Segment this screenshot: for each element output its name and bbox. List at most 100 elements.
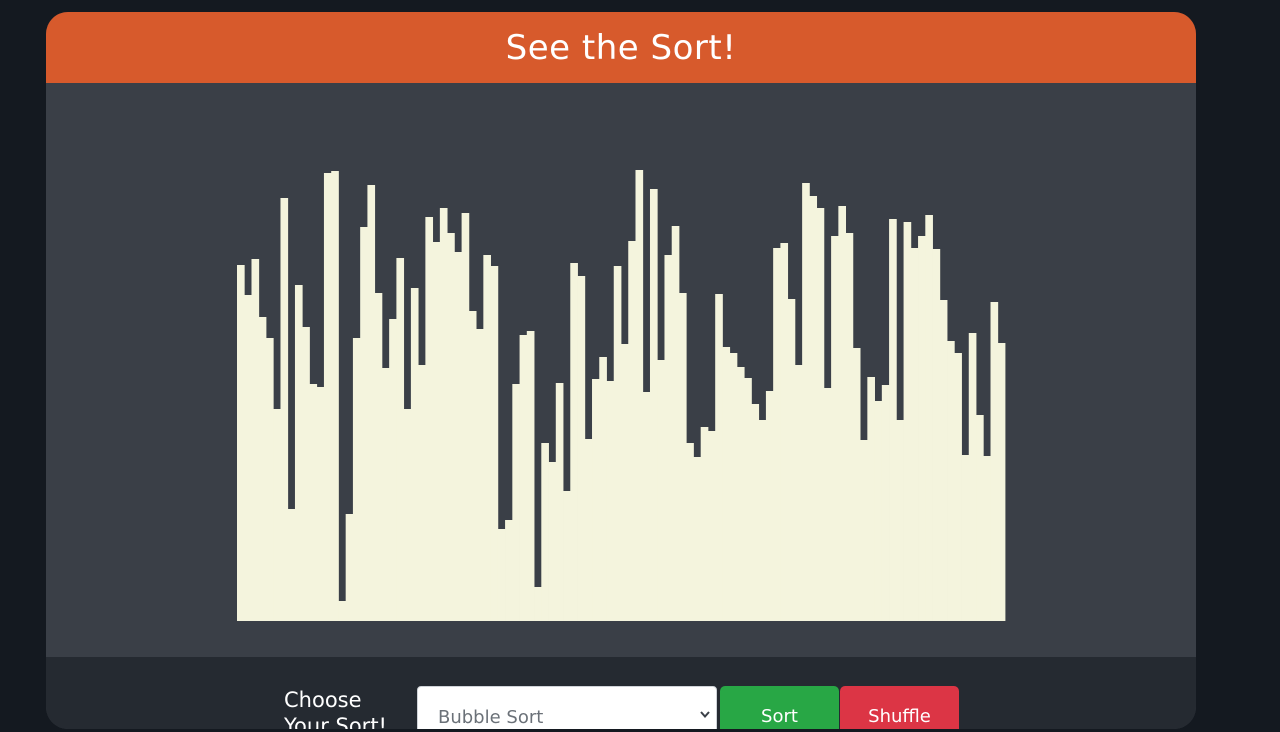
sort-bar <box>751 404 760 621</box>
bars-chart <box>237 170 1006 621</box>
sort-bar <box>744 378 752 621</box>
app-header: See the Sort! <box>46 12 1196 83</box>
sort-bar <box>555 383 564 621</box>
sort-bar <box>273 409 281 621</box>
sort-bar <box>990 302 999 621</box>
bars-panel <box>46 83 1196 657</box>
sort-bar <box>968 333 977 621</box>
shuffle-button[interactable]: Shuffle <box>840 686 959 729</box>
sort-bar <box>997 343 1006 621</box>
sort-bar <box>664 255 673 621</box>
sort-bar <box>345 514 354 621</box>
sort-bar <box>860 440 868 621</box>
sort-bar <box>831 236 839 621</box>
sort-bar <box>816 208 825 621</box>
sort-bar <box>599 357 607 621</box>
sort-bar <box>548 462 557 621</box>
sort-bar <box>534 587 542 621</box>
sort-bar <box>678 293 687 621</box>
sort-bar <box>809 196 818 621</box>
sort-bar <box>693 457 702 621</box>
sort-bar <box>722 347 731 621</box>
sort-bar <box>918 236 926 621</box>
sort-bar <box>367 185 376 621</box>
sort-bar <box>961 455 970 621</box>
sort-bar <box>903 222 912 621</box>
sort-bar <box>621 344 629 621</box>
sort-bar <box>331 171 339 621</box>
sort-bar <box>874 401 883 621</box>
sort-bar <box>425 217 434 621</box>
sort-bar <box>802 183 810 621</box>
sort-bar <box>867 377 875 621</box>
sort-bar <box>374 293 383 621</box>
sort-bar <box>910 248 919 621</box>
sort-bar <box>657 360 665 621</box>
sort-bar <box>410 288 419 621</box>
sort-bar <box>577 276 586 621</box>
sort-bar <box>939 300 948 621</box>
sort-bar <box>823 388 832 621</box>
sort-bar <box>389 319 397 621</box>
sort-bar <box>476 329 484 621</box>
sort-bar <box>758 420 767 621</box>
sort-bar <box>396 258 405 621</box>
sort-bar <box>439 208 448 621</box>
sort-bar <box>280 198 289 621</box>
page-title: See the Sort! <box>505 27 737 68</box>
sort-bar <box>287 509 296 621</box>
sort-bar <box>649 189 658 621</box>
sort-bar <box>954 353 962 621</box>
sort-visualizer-card: See the Sort! Choose Your Sort! Bubble S… <box>46 12 1196 729</box>
sort-bar <box>526 331 535 621</box>
sort-bar <box>628 241 636 621</box>
sort-bar <box>244 295 252 621</box>
sort-bar <box>889 219 897 621</box>
selected-sort-value: Bubble Sort <box>438 707 544 728</box>
sort-bar <box>787 299 796 621</box>
sort-bar <box>237 265 245 621</box>
sort-bar <box>700 427 709 621</box>
sort-bar <box>613 266 622 621</box>
sort-bar <box>852 348 861 621</box>
sort-bar <box>976 415 984 621</box>
sort-bar <box>707 431 716 621</box>
sort-bar <box>316 387 325 621</box>
sort-bar <box>845 233 854 621</box>
sort-bar <box>541 443 549 621</box>
sort-bar <box>570 263 578 621</box>
sort-bar <box>483 255 491 621</box>
sort-bar <box>309 384 318 621</box>
sort-bar <box>418 365 426 621</box>
chevron-down-icon <box>700 711 710 719</box>
sort-bar <box>896 420 904 621</box>
sort-bar <box>381 368 390 621</box>
sort-bar <box>468 311 477 621</box>
controls-bar: Choose Your Sort! Bubble Sort Sort Shuff… <box>46 657 1196 729</box>
sort-bar <box>715 294 723 621</box>
sort-bar <box>323 173 332 621</box>
sort-bar <box>403 409 412 621</box>
sort-bar <box>258 317 267 621</box>
sort-bar <box>925 215 933 621</box>
sort-bar <box>461 213 470 621</box>
sort-bar <box>773 248 781 621</box>
sort-bar <box>642 392 651 621</box>
sort-bar <box>947 341 955 621</box>
sort-bar <box>780 243 789 621</box>
sort-bar <box>352 338 361 621</box>
sort-bar <box>606 381 615 621</box>
sort-button[interactable]: Sort <box>720 686 839 729</box>
sort-bar <box>584 439 593 621</box>
sort-bar <box>635 170 644 621</box>
sort-bar <box>490 266 499 621</box>
sort-bar <box>881 385 890 621</box>
sort-bar <box>251 259 260 621</box>
sort-bar <box>302 327 310 621</box>
sort-bar <box>794 365 803 621</box>
sort-bar <box>294 285 303 621</box>
sort-bar <box>838 206 847 621</box>
sort-bar <box>338 601 347 621</box>
sort-algorithm-select[interactable]: Bubble Sort <box>417 686 717 729</box>
sort-bar <box>765 391 774 621</box>
